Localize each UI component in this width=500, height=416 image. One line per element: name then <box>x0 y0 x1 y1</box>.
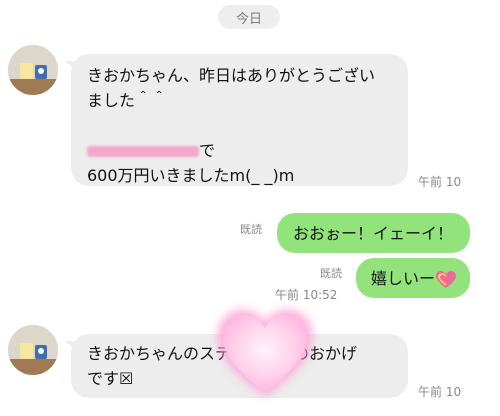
avatar-photo-icon <box>8 45 58 95</box>
outgoing-message-bubble[interactable]: おおぉー！イェーイ！ <box>277 213 470 253</box>
avatar-photo-icon <box>8 325 58 375</box>
outgoing-message-bubble[interactable]: 嬉しいー <box>356 258 470 298</box>
message-text: きおかちゃん、昨日はありがとうござい <box>87 66 376 85</box>
message-timestamp: 午前 10:52 <box>275 288 338 302</box>
read-receipt: 既読 <box>320 267 342 280</box>
contact-avatar[interactable] <box>8 45 58 95</box>
date-divider: 今日 <box>218 5 280 29</box>
message-timestamp: 午前 10 <box>418 175 462 189</box>
message-text: 600万円いきましたm(_ _)m <box>87 166 295 185</box>
message-text: 嬉しいー <box>371 269 436 288</box>
message-text: きおかちゃんのステ <box>87 344 232 363</box>
message-text: です☒ <box>87 369 134 388</box>
incoming-message-bubble[interactable]: きおかちゃんのステ のおかげ です☒ <box>71 334 408 398</box>
contact-avatar[interactable] <box>8 325 58 375</box>
message-text: ました＾＾ <box>87 91 168 110</box>
sparkling-heart-icon <box>436 270 457 288</box>
message-text: で <box>199 141 216 160</box>
message-text: おおぉー！イェーイ！ <box>293 224 454 243</box>
message-timestamp: 午前 10 <box>418 385 462 399</box>
message-text: のおかげ <box>293 344 358 363</box>
incoming-message-bubble[interactable]: きおかちゃん、昨日はありがとうござい ました＾＾ で 600万円いきましたm(_… <box>71 54 408 186</box>
censored-text-mark <box>87 146 199 157</box>
read-receipt: 既読 <box>240 223 262 236</box>
